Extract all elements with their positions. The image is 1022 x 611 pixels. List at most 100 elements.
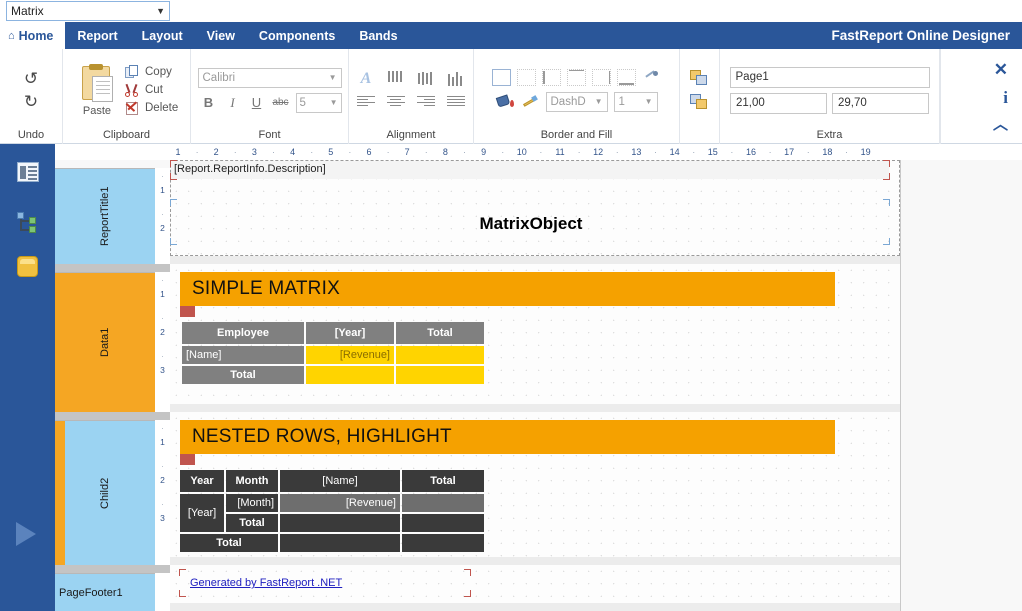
- matrix1-table[interactable]: Employee [Year] Total [Name] [Revenue] T…: [180, 320, 486, 386]
- table-row[interactable]: [Name] [Revenue]: [182, 346, 484, 364]
- table-row-header[interactable]: Year Month [Name] Total: [180, 470, 484, 492]
- cut-button[interactable]: Cut: [125, 83, 184, 98]
- align-right-icon[interactable]: [416, 94, 436, 111]
- fill-bucket-icon[interactable]: [495, 93, 515, 110]
- tab-home[interactable]: ⌂ Home: [0, 22, 66, 49]
- band-child2[interactable]: NESTED ROWS, HIGHLIGHT Year Month [Name]…: [170, 412, 900, 557]
- underline-button[interactable]: U: [246, 93, 268, 113]
- border-all-icon[interactable]: [492, 68, 511, 86]
- matrix2-col-year[interactable]: Year: [180, 470, 224, 492]
- info-icon[interactable]: i: [1003, 89, 1008, 106]
- play-preview-icon[interactable]: [16, 522, 36, 546]
- matrix1-col-year[interactable]: [Year]: [306, 322, 394, 344]
- matrix2-cell-grandtotal-value[interactable]: [280, 534, 400, 552]
- band-data1[interactable]: SIMPLE MATRIX Employee [Year] Total [Nam…: [170, 264, 900, 404]
- font-size-select[interactable]: 5 ▼: [295, 92, 342, 113]
- matrix2-cell-grandtotal-total[interactable]: [402, 534, 484, 552]
- band-label-child2[interactable]: Child2: [55, 420, 155, 565]
- font-family-select[interactable]: Calibri ▼: [197, 67, 342, 88]
- band-pagefooter1[interactable]: Generated by FastReport .NET: [170, 565, 900, 603]
- border-width-select[interactable]: 1 ▼: [613, 91, 658, 112]
- matrix2-col-name[interactable]: [Name]: [280, 470, 400, 492]
- vruler-tick-1: 1: [160, 289, 165, 299]
- page-height-input[interactable]: 29,70: [832, 92, 929, 114]
- align-bottom-icon[interactable]: [446, 70, 466, 87]
- fullscreen-icon[interactable]: ✕: [994, 61, 1008, 78]
- align-justify-icon[interactable]: [446, 94, 466, 111]
- report-selector-value: Matrix: [11, 4, 44, 18]
- copy-button[interactable]: Copy: [125, 64, 184, 80]
- border-color-icon[interactable]: [642, 69, 661, 86]
- tab-components[interactable]: Components: [247, 22, 347, 49]
- border-dash-style-select[interactable]: DashD ▼: [545, 91, 608, 112]
- tab-view[interactable]: View: [195, 22, 247, 49]
- matrix1-cell-granttotal[interactable]: [396, 366, 484, 384]
- matrix2-cell-subtotal-total[interactable]: [402, 514, 484, 532]
- band-label-pagefooter1[interactable]: PageFooter1: [55, 573, 155, 611]
- italic-button[interactable]: I: [222, 93, 244, 113]
- brush-icon[interactable]: [521, 93, 540, 110]
- matrix2-cell-rowtotal[interactable]: [402, 494, 484, 512]
- app-brand-title: FastReport Online Designer: [831, 28, 1010, 43]
- paste-button[interactable]: Paste: [69, 53, 125, 127]
- matrix2-banner[interactable]: NESTED ROWS, HIGHLIGHT: [180, 420, 835, 454]
- border-right-icon[interactable]: [592, 68, 611, 86]
- band-reporttitle1[interactable]: [Report.ReportInfo.Description] MatrixOb…: [170, 160, 900, 256]
- database-icon[interactable]: [17, 256, 39, 278]
- send-to-back-icon[interactable]: [690, 94, 709, 110]
- band-label-reporttitle1[interactable]: ReportTitle1: [55, 168, 155, 264]
- matrix2-drag-handle[interactable]: [180, 454, 195, 465]
- band-label-data1[interactable]: Data1: [55, 272, 155, 412]
- matrix1-cell-revenue[interactable]: [Revenue]: [306, 346, 394, 364]
- report-selector[interactable]: Matrix ▼: [6, 1, 170, 21]
- home-icon: ⌂: [8, 29, 15, 42]
- report-tree-icon[interactable]: [17, 162, 39, 184]
- table-row[interactable]: [Year] [Month] [Revenue]: [180, 494, 484, 532]
- matrix1-col-total[interactable]: Total: [396, 322, 484, 344]
- data-tree-icon[interactable]: [17, 212, 39, 234]
- strikethrough-button[interactable]: abc: [270, 93, 292, 113]
- border-none-icon[interactable]: [517, 68, 536, 86]
- table-row[interactable]: Total: [180, 534, 484, 552]
- tab-bands[interactable]: Bands: [347, 22, 409, 49]
- border-bottom-icon[interactable]: [617, 68, 636, 86]
- matrix2-table[interactable]: Year Month [Name] Total [Year] [Month] […: [178, 468, 486, 554]
- matrix2-cell-year[interactable]: [Year]: [180, 494, 224, 532]
- matrix1-cell-coltotal[interactable]: [306, 366, 394, 384]
- matrix1-banner[interactable]: SIMPLE MATRIX: [180, 272, 835, 306]
- chevron-up-icon[interactable]: ︿: [993, 117, 1008, 132]
- ruler-tick-11: 11: [555, 147, 565, 157]
- bring-to-front-icon[interactable]: [690, 70, 709, 86]
- matrix2-cell-grandtotal-label[interactable]: Total: [180, 534, 278, 552]
- matrix1-drag-handle[interactable]: [180, 306, 195, 317]
- matrix2-cell-subtotal-label[interactable]: Total: [226, 514, 278, 532]
- ribbon-group-clipboard: Paste Copy Cut Delete Clipboard: [62, 49, 190, 144]
- align-middle-icon[interactable]: [416, 70, 436, 87]
- matrix2-col-total[interactable]: Total: [402, 470, 484, 492]
- table-row[interactable]: Total: [180, 514, 484, 532]
- undo-arrow-icon[interactable]: ↺: [24, 70, 38, 87]
- align-top-icon[interactable]: [386, 70, 406, 87]
- matrix2-cell-subtotal-value[interactable]: [280, 514, 400, 532]
- matrix1-col-employee[interactable]: Employee: [182, 322, 304, 344]
- matrix1-cell-rowtotal[interactable]: [396, 346, 484, 364]
- border-top-icon[interactable]: [567, 68, 586, 86]
- text-rotate-icon[interactable]: A: [356, 70, 376, 87]
- table-row-header[interactable]: Employee [Year] Total: [182, 322, 484, 344]
- align-center-icon[interactable]: [386, 94, 406, 111]
- delete-button[interactable]: Delete: [125, 101, 184, 116]
- border-left-icon[interactable]: [542, 68, 561, 86]
- table-row[interactable]: Total: [182, 366, 484, 384]
- matrix1-cell-total-label[interactable]: Total: [182, 366, 304, 384]
- page-width-input[interactable]: 21,00: [730, 92, 827, 114]
- align-left-icon[interactable]: [356, 94, 376, 111]
- page-name-input[interactable]: Page1: [729, 66, 930, 88]
- matrix2-col-month[interactable]: Month: [226, 470, 278, 492]
- redo-arrow-icon[interactable]: ↻: [24, 93, 38, 110]
- matrix2-cell-revenue[interactable]: [Revenue]: [280, 494, 400, 512]
- matrix1-cell-name[interactable]: [Name]: [182, 346, 304, 364]
- tab-report[interactable]: Report: [65, 22, 129, 49]
- tab-layout[interactable]: Layout: [130, 22, 195, 49]
- matrix2-cell-month[interactable]: [Month]: [226, 494, 278, 512]
- bold-button[interactable]: B: [198, 93, 220, 113]
